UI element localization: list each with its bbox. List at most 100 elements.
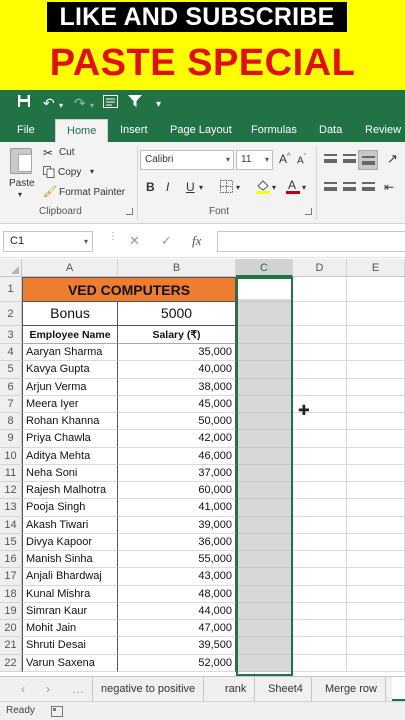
cell-e1[interactable] <box>347 277 405 302</box>
column-d-cell[interactable] <box>293 551 347 569</box>
employee-name-cell[interactable]: Mohit Jain <box>22 620 118 638</box>
macro-record-icon[interactable] <box>51 706 63 720</box>
decrease-indent-icon[interactable]: ⇤ <box>384 180 394 194</box>
scroll-tabs-right-icon[interactable]: › <box>46 682 50 696</box>
row-header[interactable]: 5 <box>0 361 22 379</box>
select-all-button[interactable] <box>0 259 22 277</box>
column-header-b[interactable]: B <box>118 259 236 277</box>
column-c-cell[interactable] <box>236 430 293 448</box>
customize-qat-icon[interactable]: ▾ <box>156 96 161 114</box>
column-e-cell[interactable] <box>347 637 405 655</box>
column-c-cell[interactable] <box>236 654 293 672</box>
tab-formulas[interactable]: Formulas <box>251 116 297 142</box>
row-header[interactable]: 14 <box>0 516 22 534</box>
row-header[interactable]: 15 <box>0 533 22 551</box>
salary-cell[interactable]: 43,000 <box>118 568 236 586</box>
salary-cell[interactable]: 36,000 <box>118 533 236 551</box>
row-header[interactable]: 20 <box>0 620 22 638</box>
paste-icon[interactable] <box>10 148 32 174</box>
redo-icon[interactable]: ↷ <box>74 94 86 112</box>
employee-name-cell[interactable]: Aditya Mehta <box>22 447 118 465</box>
salary-cell[interactable]: 48,000 <box>118 585 236 603</box>
column-c-cell[interactable] <box>236 585 293 603</box>
column-header-e[interactable]: E <box>347 259 405 277</box>
cut-button[interactable]: Cut <box>59 147 75 158</box>
more-sheets-icon[interactable]: … <box>72 682 84 696</box>
cell-e2[interactable] <box>347 302 405 326</box>
align-right-icon[interactable] <box>362 182 375 191</box>
column-c-cell[interactable] <box>236 499 293 517</box>
employee-name-cell[interactable]: Kavya Gupta <box>22 361 118 379</box>
borders-dropdown-icon[interactable]: ▾ <box>236 183 240 192</box>
employee-name-cell[interactable]: Varun Saxena <box>22 654 118 672</box>
column-c-cell[interactable] <box>236 602 293 620</box>
column-e-cell[interactable] <box>347 378 405 396</box>
column-d-cell[interactable] <box>293 447 347 465</box>
employee-name-cell[interactable]: Priya Chawla <box>22 430 118 448</box>
underline-button[interactable]: U <box>186 180 195 194</box>
salary-header[interactable]: Salary (₹) <box>118 326 236 344</box>
column-d-cell[interactable] <box>293 602 347 620</box>
name-box[interactable]: C1 ▾ <box>3 231 93 252</box>
salary-cell[interactable]: 42,000 <box>118 430 236 448</box>
active-sheet-tab[interactable] <box>392 677 405 701</box>
cell-d1[interactable] <box>293 277 347 302</box>
row-header[interactable]: 6 <box>0 378 22 396</box>
row-header[interactable]: 8 <box>0 413 22 431</box>
column-c-cell[interactable] <box>236 533 293 551</box>
scroll-tabs-left-icon[interactable]: ‹ <box>21 682 25 696</box>
undo-icon[interactable]: ↶ <box>43 94 55 112</box>
salary-cell[interactable]: 37,000 <box>118 464 236 482</box>
column-c-cell[interactable] <box>236 395 293 413</box>
font-launcher-icon[interactable] <box>305 208 312 215</box>
employee-name-cell[interactable]: Rajesh Malhotra <box>22 482 118 500</box>
format-painter-icon[interactable]: 🖌 <box>43 185 57 198</box>
employee-name-cell[interactable]: Rohan Khanna <box>22 413 118 431</box>
employee-name-cell[interactable]: Arjun Verma <box>22 378 118 396</box>
column-e-cell[interactable] <box>347 499 405 517</box>
column-c-cell[interactable] <box>236 378 293 396</box>
column-d-cell[interactable] <box>293 482 347 500</box>
employee-name-cell[interactable]: Meera Iyer <box>22 395 118 413</box>
column-c-cell[interactable] <box>236 620 293 638</box>
column-e-cell[interactable] <box>347 413 405 431</box>
employee-name-cell[interactable]: Aaryan Sharma <box>22 344 118 362</box>
column-d-cell[interactable] <box>293 585 347 603</box>
row-header[interactable]: 7 <box>0 395 22 413</box>
column-header-c[interactable]: C <box>236 259 293 277</box>
salary-cell[interactable]: 55,000 <box>118 551 236 569</box>
row-header[interactable]: 2 <box>0 302 22 326</box>
column-e-cell[interactable] <box>347 395 405 413</box>
employee-name-cell[interactable]: Divya Kapoor <box>22 533 118 551</box>
font-size-select[interactable]: 11 ▾ <box>236 150 273 170</box>
column-c-cell[interactable] <box>236 551 293 569</box>
row-header[interactable]: 13 <box>0 499 22 517</box>
column-d-cell[interactable] <box>293 637 347 655</box>
orientation-icon[interactable]: ↗ <box>387 151 398 167</box>
column-c-cell[interactable] <box>236 361 293 379</box>
salary-cell[interactable]: 60,000 <box>118 482 236 500</box>
column-c-cell[interactable] <box>236 482 293 500</box>
bold-button[interactable]: B <box>146 180 155 194</box>
column-header-a[interactable]: A <box>22 259 118 277</box>
cancel-icon[interactable]: ✕ <box>129 233 140 249</box>
column-c-cell[interactable] <box>236 413 293 431</box>
row-header[interactable]: 12 <box>0 482 22 500</box>
column-e-cell[interactable] <box>347 516 405 534</box>
cell-c3[interactable] <box>236 326 293 344</box>
align-center-icon[interactable] <box>343 182 356 191</box>
employee-name-cell[interactable]: Shruti Desai <box>22 637 118 655</box>
employee-name-cell[interactable]: Anjali Bhardwaj <box>22 568 118 586</box>
tab-review[interactable]: Review <box>365 116 401 142</box>
row-header[interactable]: 17 <box>0 568 22 586</box>
sheet-tab-negative-to-positive[interactable]: negative to positive <box>92 677 205 701</box>
column-d-cell[interactable] <box>293 361 347 379</box>
tab-insert[interactable]: Insert <box>120 116 148 142</box>
column-c-cell[interactable] <box>236 344 293 362</box>
employee-name-cell[interactable]: Kunal Mishra <box>22 585 118 603</box>
undo-dropdown-icon[interactable]: ▾ <box>59 97 63 115</box>
form-icon[interactable] <box>103 94 118 112</box>
salary-cell[interactable]: 45,000 <box>118 395 236 413</box>
paste-button[interactable]: Paste <box>9 178 35 189</box>
column-d-cell[interactable] <box>293 344 347 362</box>
